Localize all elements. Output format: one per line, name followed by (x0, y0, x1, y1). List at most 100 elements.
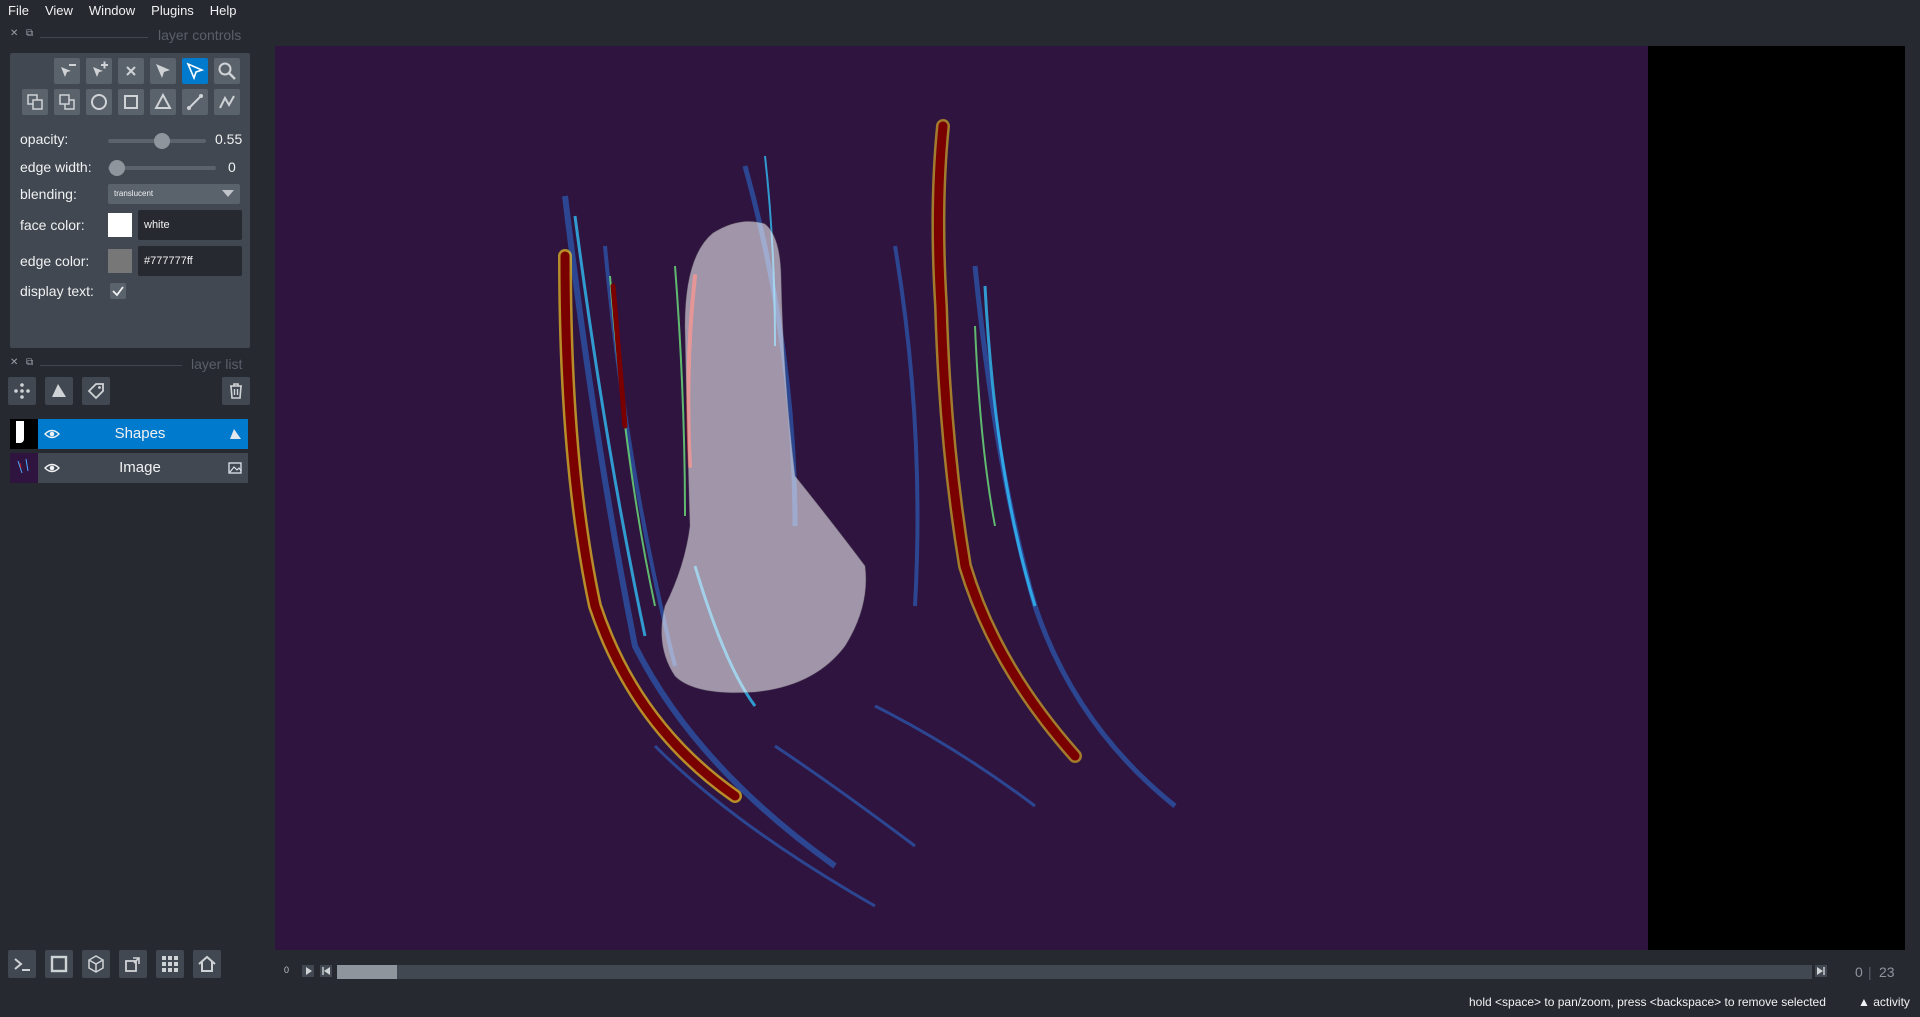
edge-width-slider-handle[interactable] (109, 160, 125, 176)
face-color-label: face color: (20, 217, 85, 233)
activity-label: activity (1873, 995, 1910, 1009)
dock-close-icon[interactable]: ✕ (10, 28, 18, 39)
rectangle-icon (124, 95, 138, 109)
select-arrow-icon (156, 64, 170, 78)
square-2d-icon (50, 955, 68, 973)
move-back-button[interactable] (54, 89, 80, 115)
grid-view-button[interactable] (156, 950, 184, 978)
face-color-input[interactable]: white (138, 210, 242, 240)
layer-list-title: layer list (191, 356, 243, 372)
chevron-down-icon (222, 190, 234, 197)
blending-label: blending: (20, 186, 77, 202)
shapes-thumbnail (10, 419, 38, 449)
dims-slider-handle[interactable] (337, 965, 397, 979)
display-text-label: display text: (20, 283, 94, 299)
dims-total: 23 (1879, 964, 1895, 980)
eye-icon[interactable] (44, 427, 60, 441)
menu-view[interactable]: View (37, 0, 81, 22)
menu-plugins[interactable]: Plugins (143, 0, 202, 22)
label-tag-icon (87, 383, 104, 400)
move-back-icon (59, 94, 75, 110)
layer-controls-title: layer controls (158, 27, 242, 43)
menu-bar: File View Window Plugins Help (0, 0, 1920, 22)
line-icon (187, 94, 203, 110)
dims-current-index[interactable]: 0 (1855, 964, 1863, 980)
dims-axis-label: 0 (284, 965, 290, 975)
blending-select[interactable]: translucent (108, 184, 240, 204)
display-text-checkbox[interactable] (110, 283, 126, 299)
delete-layer-button[interactable] (222, 377, 250, 405)
opacity-value[interactable]: 0.55 (215, 131, 250, 147)
new-labels-layer-button[interactable] (82, 377, 110, 405)
vertex-remove-icon (61, 64, 76, 77)
transpose-icon (125, 957, 140, 972)
transpose-dims-button[interactable] (119, 950, 147, 978)
dims-slider-track[interactable] (337, 965, 1812, 979)
polygon-triangle-icon (154, 92, 172, 109)
step-back-icon[interactable] (320, 965, 332, 977)
select-shape-button[interactable] (182, 58, 208, 84)
layer-list-divider (40, 365, 182, 366)
face-color-swatch[interactable] (108, 213, 132, 237)
layer-list-close-icon[interactable]: ✕ (10, 357, 18, 368)
remove-vertex-button[interactable] (54, 58, 80, 84)
move-front-icon (27, 94, 43, 110)
step-forward-icon[interactable] (1815, 965, 1827, 977)
delete-x-icon (126, 66, 136, 76)
chevron-up-icon: ▲ (1858, 995, 1870, 1009)
shapes-type-icon (230, 429, 241, 439)
add-vertex-button[interactable] (86, 58, 112, 84)
select-outline-icon (186, 62, 205, 81)
ellipse-icon (91, 94, 107, 110)
shapes-icon (52, 384, 66, 397)
menu-window[interactable]: Window (81, 0, 143, 22)
home-icon (198, 955, 216, 972)
new-points-layer-button[interactable] (8, 377, 36, 405)
opacity-label: opacity: (20, 131, 69, 147)
shapes-thumbnail-mark (16, 421, 24, 443)
console-button[interactable] (8, 950, 36, 978)
dock-divider (40, 37, 148, 38)
layer-name-image[interactable]: Image (70, 453, 210, 483)
edge-color-input[interactable]: #777777ff (138, 246, 242, 276)
layer-controls-panel: opacity: 0.55 edge width: 0 blending: tr… (10, 53, 250, 348)
add-line-button[interactable] (182, 89, 208, 115)
mri-knee-image (558, 119, 1177, 908)
direct-select-button[interactable] (150, 58, 176, 84)
path-icon (219, 95, 235, 109)
delete-shape-button[interactable] (118, 58, 144, 84)
image-thumbnail (10, 453, 38, 483)
layer-row-image[interactable]: Image (10, 453, 248, 483)
home-button[interactable] (193, 950, 221, 978)
add-path-button[interactable] (214, 89, 240, 115)
activity-button[interactable]: ▲ activity (1858, 995, 1910, 1009)
add-ellipse-button[interactable] (86, 89, 112, 115)
layer-name-shapes[interactable]: Shapes (70, 419, 210, 449)
blending-value: translucent (114, 189, 154, 198)
add-polygon-button[interactable] (150, 89, 176, 115)
menu-help[interactable]: Help (202, 0, 245, 22)
play-icon[interactable] (302, 965, 314, 977)
toggle-ndisplay-button[interactable] (45, 950, 73, 978)
edge-width-value[interactable]: 0 (228, 159, 236, 175)
image-layer-render[interactable] (275, 46, 1648, 950)
layer-row-shapes[interactable]: Shapes (10, 419, 248, 449)
dock-float-icon[interactable]: ⧉ (26, 28, 33, 39)
points-icon (14, 383, 30, 399)
edge-width-label: edge width: (20, 159, 92, 175)
move-front-button[interactable] (22, 89, 48, 115)
eye-icon[interactable] (44, 461, 60, 475)
zoom-magnifier-icon (218, 62, 236, 80)
layer-list-float-icon[interactable]: ⧉ (26, 357, 33, 368)
menu-file[interactable]: File (0, 0, 37, 22)
terminal-icon (14, 958, 30, 971)
image-thumbnail-preview (17, 458, 29, 474)
edge-color-swatch[interactable] (108, 249, 132, 273)
add-rectangle-button[interactable] (118, 89, 144, 115)
grid-icon (162, 956, 178, 972)
new-shapes-layer-button[interactable] (45, 377, 73, 405)
image-type-icon (228, 462, 242, 474)
roll-dims-button[interactable] (82, 950, 110, 978)
pan-zoom-button[interactable] (214, 58, 240, 84)
opacity-slider-handle[interactable] (153, 133, 170, 149)
